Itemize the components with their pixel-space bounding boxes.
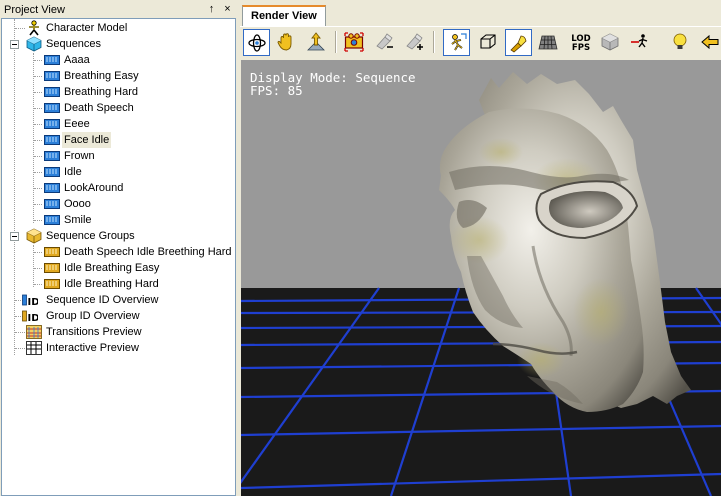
- svg-text:FPS: FPS: [572, 43, 590, 53]
- pin-icon[interactable]: ↑: [205, 3, 218, 16]
- transitions-icon: [26, 325, 42, 339]
- orbit-icon: [248, 34, 266, 52]
- film-strip-icon: [44, 135, 60, 145]
- face-mottle: [479, 138, 523, 166]
- interactive-grid-icon: [26, 341, 42, 355]
- project-view-header: Project View ↑ ×: [0, 2, 237, 18]
- cube-cyan-icon: [26, 36, 42, 52]
- film-strip-gold-icon: [44, 263, 60, 273]
- light-add-icon: [406, 33, 423, 50]
- light-remove-icon: [376, 33, 393, 50]
- project-tree: Character Model Sequences Aaaa Breathing…: [1, 18, 236, 496]
- toolbar-separator: [433, 31, 435, 53]
- film-strip-gold-icon: [44, 247, 60, 257]
- flashlight-icon: [510, 35, 527, 53]
- solid-cube-button[interactable]: [597, 29, 624, 56]
- film-strip-gold-icon: [44, 279, 60, 289]
- tab-render-view[interactable]: Render View: [242, 5, 326, 26]
- wireframe-cube-icon: [480, 34, 496, 49]
- grid-icon: [538, 35, 558, 50]
- zoom-icon: [307, 32, 325, 51]
- render-view-panel: Render View LOD FPS Display Mode: Sequen…: [240, 0, 721, 496]
- lod-fps-button[interactable]: LOD FPS: [567, 29, 594, 56]
- svg-text:ID: ID: [28, 313, 39, 324]
- svg-text:ID: ID: [28, 297, 39, 308]
- cube-gold-icon: [26, 228, 42, 244]
- wireframe-cube-button[interactable]: [475, 29, 502, 56]
- project-view-title: Project View: [4, 4, 65, 16]
- film-strip-icon: [44, 151, 60, 161]
- camera-button[interactable]: [341, 29, 368, 56]
- id-gold-icon: ID: [22, 310, 39, 324]
- film-strip-icon: [44, 183, 60, 193]
- 3d-scene: [241, 60, 721, 496]
- film-strip-icon: [44, 215, 60, 225]
- animate-character-button[interactable]: [443, 29, 470, 56]
- walk-path-icon: [631, 34, 648, 48]
- back-arrow-button[interactable]: [697, 29, 721, 56]
- project-view-panel: Project View ↑ × Character Model Sequenc…: [0, 0, 237, 496]
- film-strip-icon: [44, 55, 60, 65]
- film-strip-icon: [44, 103, 60, 113]
- render-toolbar: LOD FPS: [240, 26, 721, 58]
- render-viewport[interactable]: Display Mode: Sequence FPS: 85: [241, 60, 721, 496]
- zoom-button[interactable]: [303, 29, 330, 56]
- orbit-button[interactable]: [243, 29, 270, 56]
- film-strip-icon: [44, 87, 60, 97]
- film-strip-icon: [44, 167, 60, 177]
- id-blue-icon: ID: [22, 294, 39, 308]
- film-strip-icon: [44, 199, 60, 209]
- toolbar-separator: [335, 31, 337, 53]
- remove-light-button[interactable]: [371, 29, 398, 56]
- camera-icon: [344, 32, 364, 52]
- film-strip-icon: [44, 71, 60, 81]
- arrow-left-icon: [701, 34, 719, 50]
- sequence-groups-collapse-toggle[interactable]: [10, 232, 19, 241]
- light-bulb-icon: [673, 33, 687, 49]
- bulb-button[interactable]: [667, 29, 694, 56]
- walk-path-button[interactable]: [627, 29, 654, 56]
- character-model-icon: [29, 20, 39, 36]
- pan-button[interactable]: [273, 29, 300, 56]
- close-icon[interactable]: ×: [221, 3, 234, 16]
- fps-readout: FPS: 85: [250, 83, 303, 98]
- sequences-collapse-toggle[interactable]: [10, 40, 19, 49]
- light-toggle-button[interactable]: [505, 29, 532, 56]
- face-mottle: [573, 278, 629, 346]
- film-strip-icon: [44, 119, 60, 129]
- hand-icon: [277, 33, 292, 51]
- grid-toggle-button[interactable]: [535, 29, 562, 56]
- add-light-button[interactable]: [401, 29, 428, 56]
- lod-fps-icon: LOD FPS: [571, 34, 590, 53]
- running-figure-icon: [451, 33, 467, 51]
- solid-cube-icon: [601, 33, 619, 51]
